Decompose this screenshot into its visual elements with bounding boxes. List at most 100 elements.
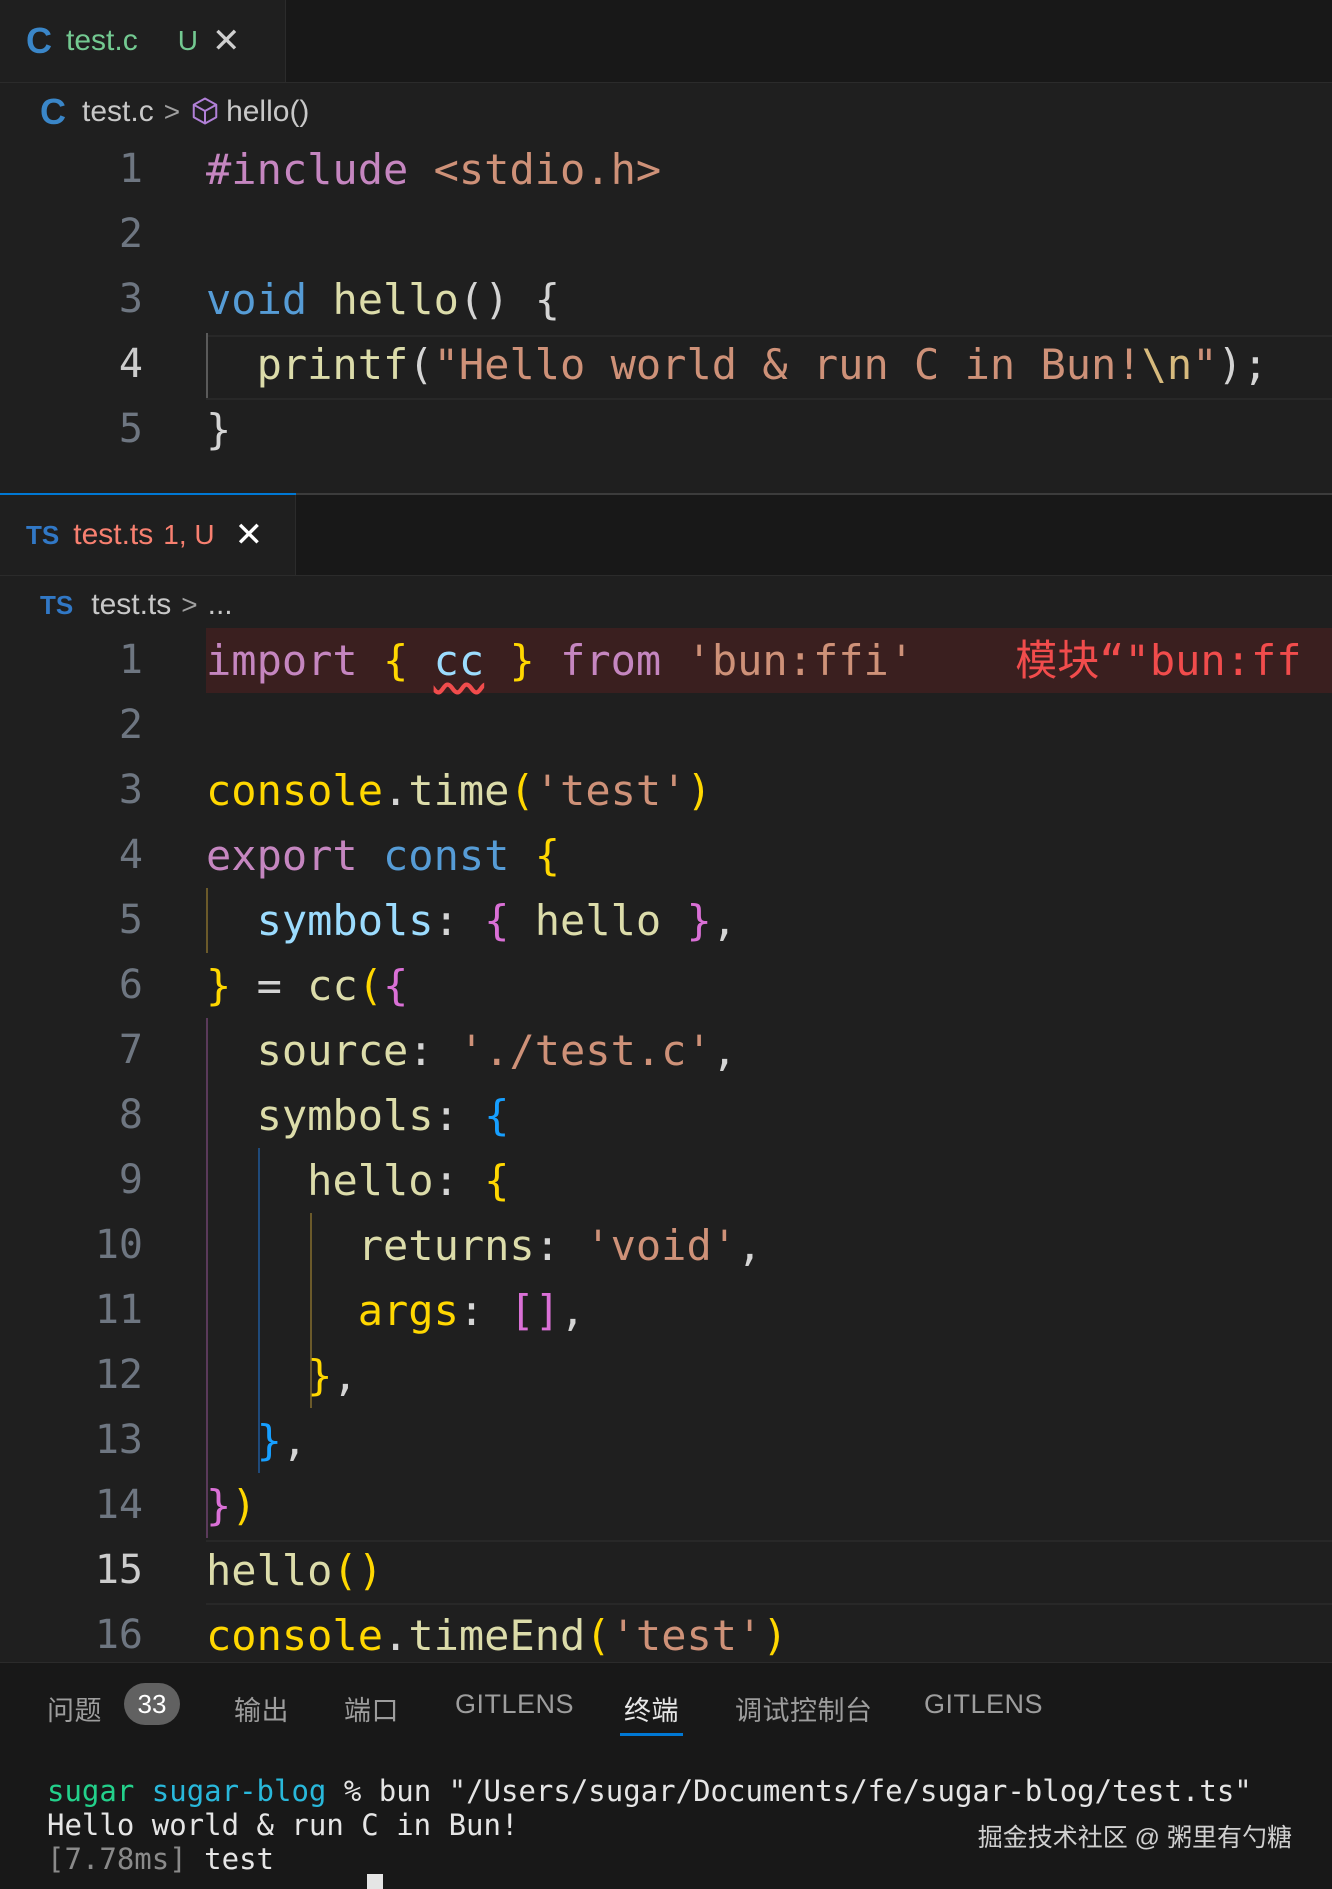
code-token: hello	[332, 275, 459, 324]
code-token: 'test'	[610, 1611, 763, 1660]
code-line[interactable]: 9 hello: {	[0, 1148, 1332, 1213]
tab-gitlens-2[interactable]: GITLENS	[924, 1689, 1043, 1720]
bottom-panel: 问题 33 输出 端口 GITLENS 终端 调试控制台 GITLENS sug…	[0, 1662, 1332, 1889]
code-line[interactable]: 7 source: './test.c',	[0, 1018, 1332, 1083]
code-line[interactable]: 16 console.timeEnd('test')	[0, 1603, 1332, 1668]
code-line[interactable]: 2	[0, 693, 1332, 758]
tab-output[interactable]: 输出	[234, 1689, 289, 1728]
tab-gitlens[interactable]: GITLENS	[455, 1689, 574, 1720]
terminal-cursor	[367, 1874, 383, 1889]
code-text: source: './test.c',	[206, 1018, 737, 1083]
code-token: {	[383, 636, 409, 685]
code-text: },	[206, 1343, 358, 1408]
terminal-dir: sugar-blog	[151, 1774, 327, 1808]
code-line[interactable]: 10 returns: 'void',	[0, 1213, 1332, 1278]
tab-test-c[interactable]: C test.c U ✕	[0, 0, 286, 82]
breadcrumb-symbol[interactable]: hello()	[226, 95, 309, 129]
line-number: 14	[94, 1482, 143, 1528]
code-line[interactable]: 8 symbols: {	[0, 1083, 1332, 1148]
code-line[interactable]: 14})	[0, 1473, 1332, 1538]
c-file-icon: C	[40, 91, 66, 132]
problems-count-badge: 33	[124, 1683, 180, 1725]
tab-terminal[interactable]: 终端	[620, 1689, 683, 1736]
code-token: (	[408, 340, 434, 389]
git-status-untracked: U	[177, 25, 198, 56]
line-number: 4	[118, 341, 143, 387]
code-token: }	[686, 896, 712, 945]
line-number: 7	[118, 1027, 143, 1073]
code-token: :	[458, 1286, 510, 1335]
breadcrumb-file[interactable]: test.c	[82, 95, 154, 129]
code-line[interactable]: 3 console.time('test')	[0, 758, 1332, 823]
code-text: import { cc } from 'bun:ffi' 模块“"bun:ff	[206, 628, 1302, 693]
close-icon[interactable]: ✕	[212, 21, 241, 61]
chevron-right-icon: >	[163, 96, 181, 127]
breadcrumb-file[interactable]: test.ts	[91, 588, 171, 622]
ts-file-icon: TS	[26, 519, 60, 550]
code-line[interactable]: 4 export const {	[0, 823, 1332, 888]
code-token: );	[1217, 340, 1269, 389]
code-token: source	[256, 1026, 409, 1075]
code-line[interactable]: 5}	[0, 397, 1332, 462]
code-token: .	[383, 766, 409, 815]
code-token: ,	[332, 1351, 358, 1400]
line-number: 11	[94, 1287, 143, 1333]
code-token: =	[231, 961, 308, 1010]
line-number: 6	[118, 962, 143, 1008]
code-token: }	[206, 961, 232, 1010]
panel-tabs: 问题 33 输出 端口 GITLENS 终端 调试控制台 GITLENS	[0, 1663, 1332, 1749]
tab-test-ts[interactable]: TS test.ts 1, U ✕	[0, 495, 296, 575]
tab-label: test.c	[66, 24, 138, 57]
code-token: []	[509, 1286, 561, 1335]
code-line[interactable]: 13 },	[0, 1408, 1332, 1473]
code-line[interactable]: 4 printf("Hello world & run C in Bun!\n"…	[0, 332, 1332, 397]
code-token: }	[206, 1481, 232, 1530]
code-token: symbols	[256, 1091, 434, 1140]
code-token: ,	[560, 1286, 586, 1335]
code-token: :	[433, 896, 485, 945]
tab-problems[interactable]: 问题	[47, 1689, 102, 1728]
line-number: 9	[118, 1157, 143, 1203]
line-number: 5	[118, 897, 143, 943]
tab-ports[interactable]: 端口	[344, 1689, 399, 1728]
terminal-next-prompt	[47, 1873, 383, 1889]
code-token: :	[433, 1156, 485, 1205]
terminal-timing: [7.78ms]	[47, 1842, 187, 1876]
code-line[interactable]: 11 args: [],	[0, 1278, 1332, 1343]
top-tab-bar: C test.c U ✕	[0, 0, 1332, 83]
breadcrumb-more[interactable]: ...	[208, 588, 233, 622]
code-token: ,	[737, 1221, 763, 1270]
watermark: 掘金技术社区 @ 粥里有勺糖	[977, 1824, 1292, 1852]
code-token: :	[433, 1091, 485, 1140]
close-icon[interactable]: ✕	[235, 515, 264, 555]
code-line[interactable]: 12 },	[0, 1343, 1332, 1408]
code-token: }	[307, 1351, 333, 1400]
code-text: symbols: {	[206, 1083, 510, 1148]
code-line[interactable]: 5 symbols: { hello },	[0, 888, 1332, 953]
code-line[interactable]: 6} = cc({	[0, 953, 1332, 1018]
code-line[interactable]: 3 void hello() {	[0, 267, 1332, 332]
bottom-tab-bar: TS test.ts 1, U ✕	[0, 495, 1332, 576]
tab-debug-console[interactable]: 调试控制台	[735, 1689, 873, 1728]
code-token: args	[357, 1286, 459, 1335]
c-editor[interactable]: 1 #include <stdio.h> 2 3 void hello() {4 pri…	[0, 137, 1332, 493]
code-line[interactable]: 2	[0, 202, 1332, 267]
code-token: }	[256, 1416, 282, 1465]
code-text: console.timeEnd('test')	[206, 1603, 788, 1668]
code-text: #include <stdio.h>	[206, 137, 661, 202]
code-line[interactable]: 15 hello()	[0, 1538, 1332, 1603]
ts-editor[interactable]: 1 import { cc } from 'bun:ffi' 模块“"bun:ff…	[0, 628, 1332, 1662]
code-token: )	[231, 1481, 257, 1530]
c-file-icon: C	[26, 20, 52, 61]
code-line[interactable]: 1 #include <stdio.h>	[0, 137, 1332, 202]
terminal-output: Hello world & run C in Bun!	[47, 1808, 519, 1842]
chevron-right-icon: >	[181, 589, 198, 620]
code-line[interactable]: 1 import { cc } from 'bun:ffi' 模块“"bun:ff	[0, 628, 1332, 693]
